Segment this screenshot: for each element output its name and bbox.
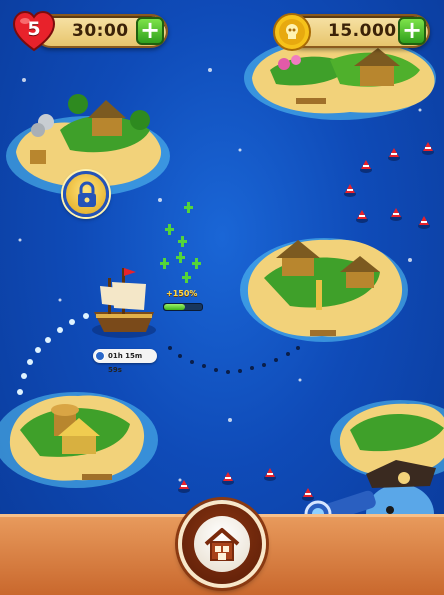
lives-count: 5 — [27, 18, 41, 40]
travel-timer: 01h 15m 59s — [93, 349, 157, 374]
boost-progress-fill — [164, 304, 185, 310]
island-bottom-left — [0, 392, 158, 488]
locked-island-button[interactable] — [63, 171, 109, 217]
boost-label: +150% — [166, 289, 198, 298]
home-button[interactable] — [178, 500, 266, 588]
travel-timer-text: 01h 15m 59s — [108, 352, 143, 374]
home-icon — [204, 528, 240, 561]
boost-particles — [160, 202, 201, 283]
lives-timer: 30:00 — [72, 21, 129, 41]
add-lives-button[interactable]: + — [136, 17, 164, 45]
coins-amount: 15.000 — [328, 21, 397, 41]
coin-icon — [273, 13, 311, 51]
clock-icon — [95, 351, 105, 361]
pirate-ship — [92, 268, 156, 338]
boost-progress — [163, 303, 203, 311]
route-completed — [17, 313, 89, 395]
lock-icon — [78, 181, 96, 207]
island-middle — [240, 238, 408, 342]
home-button-face — [194, 516, 250, 572]
route-pending — [168, 346, 300, 374]
add-coins-button[interactable]: + — [398, 17, 426, 45]
